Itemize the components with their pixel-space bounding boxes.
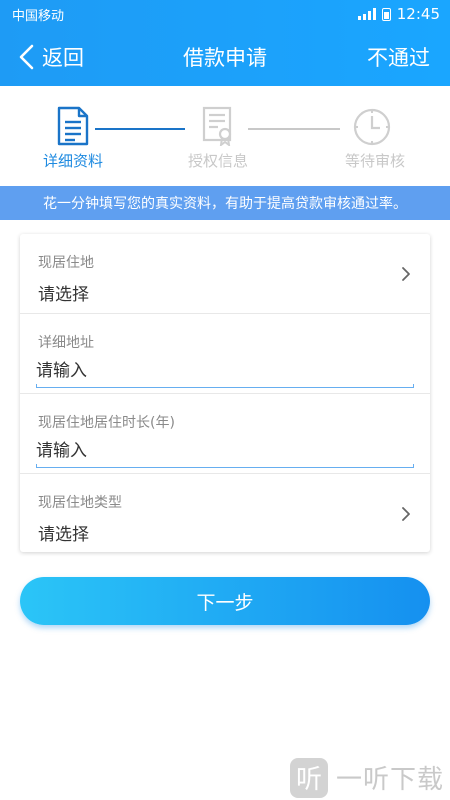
watermark-logo-icon: 听 <box>290 757 328 798</box>
carrier-name: 中国移动 <box>12 8 65 24</box>
back-label: 返回 <box>42 46 84 70</box>
residence-select-row[interactable]: 现居住地 请选择 <box>20 234 430 314</box>
reject-button[interactable]: 不通过 <box>367 42 430 72</box>
residence-duration-input[interactable] <box>36 438 414 464</box>
residence-type-select-row[interactable]: 现居住地类型 请选择 <box>20 474 430 554</box>
step-label-details: 详细资料 <box>42 152 103 170</box>
residence-select-value: 请选择 <box>38 285 89 305</box>
watermark-text: 一听下载 <box>336 765 445 795</box>
document-icon <box>57 106 89 146</box>
chevron-left-icon <box>19 44 34 70</box>
input-underline <box>36 464 414 468</box>
app-header: 中国移动 12:45 返回 借款申请 不通过 <box>0 0 450 86</box>
field-label: 现居住地居住时长(年) <box>38 415 175 431</box>
back-button[interactable]: 返回 <box>16 42 84 72</box>
certificate-icon <box>202 106 232 146</box>
step-label-review: 等待审核 <box>344 152 405 170</box>
info-notice: 花一分钟填写您的真实资料，有助于提高贷款审核通过率。 <box>0 186 450 220</box>
step-connector-2 <box>248 128 340 130</box>
signal-icon <box>357 8 376 20</box>
address-input[interactable] <box>36 358 414 384</box>
input-underline <box>36 384 414 388</box>
duration-input-row: 现居住地居住时长(年) <box>20 394 430 474</box>
field-label: 现居住地 <box>38 255 94 271</box>
progress-steps: 详细资料 授权信息 等待审核 <box>0 86 450 186</box>
residence-type-select-value: 请选择 <box>38 525 89 545</box>
address-form: 现居住地 请选择 详细地址 现居住地居住时长(年) 现居住地类型 请选择 <box>20 234 430 552</box>
step-label-authorization: 授权信息 <box>187 152 248 170</box>
status-bar: 中国移动 12:45 <box>0 0 450 28</box>
next-step-button[interactable]: 下一步 <box>20 577 430 625</box>
chevron-right-icon <box>402 507 410 521</box>
address-input-row: 详细地址 <box>20 314 430 394</box>
battery-icon <box>381 7 391 21</box>
nav-bar: 返回 借款申请 不通过 <box>0 28 450 86</box>
field-label: 现居住地类型 <box>38 495 122 511</box>
chevron-right-icon <box>402 267 410 281</box>
field-label: 详细地址 <box>38 335 94 351</box>
watermark: 听 一听下载 <box>290 755 450 800</box>
clock-icon <box>353 108 391 146</box>
status-time: 12:45 <box>396 5 440 23</box>
step-connector-1 <box>95 128 185 130</box>
